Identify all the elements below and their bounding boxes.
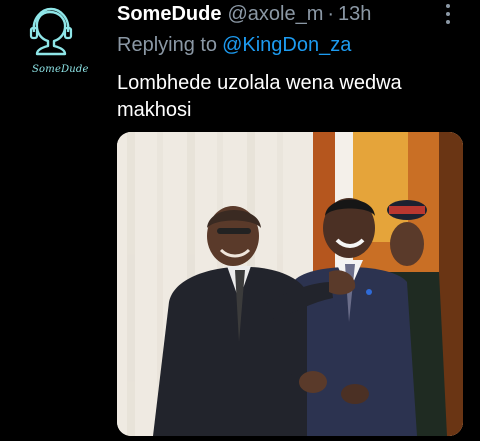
tweet-photo[interactable] bbox=[117, 132, 463, 436]
avatar[interactable]: SomeDude bbox=[20, 6, 98, 82]
replying-to-line: Replying to @KingDon_za bbox=[117, 34, 351, 57]
tweet-text: Lombhede uzolala wena wedwa makhosi bbox=[117, 72, 402, 121]
timestamp[interactable]: 13h bbox=[338, 3, 371, 26]
more-options-icon[interactable] bbox=[440, 2, 456, 26]
user-handle[interactable]: @axole_m bbox=[227, 3, 323, 26]
avatar-caption: SomeDude bbox=[32, 64, 89, 75]
display-name[interactable]: SomeDude bbox=[117, 3, 221, 26]
tweet-header: SomeDude @axole_m · 13h bbox=[117, 0, 371, 28]
photo-illustration bbox=[117, 132, 463, 436]
replying-prefix: Replying to bbox=[117, 34, 218, 56]
separator-dot: · bbox=[327, 2, 335, 25]
person-outline-icon bbox=[29, 7, 73, 56]
replying-to-handle-link[interactable]: @KingDon_za bbox=[222, 34, 351, 56]
